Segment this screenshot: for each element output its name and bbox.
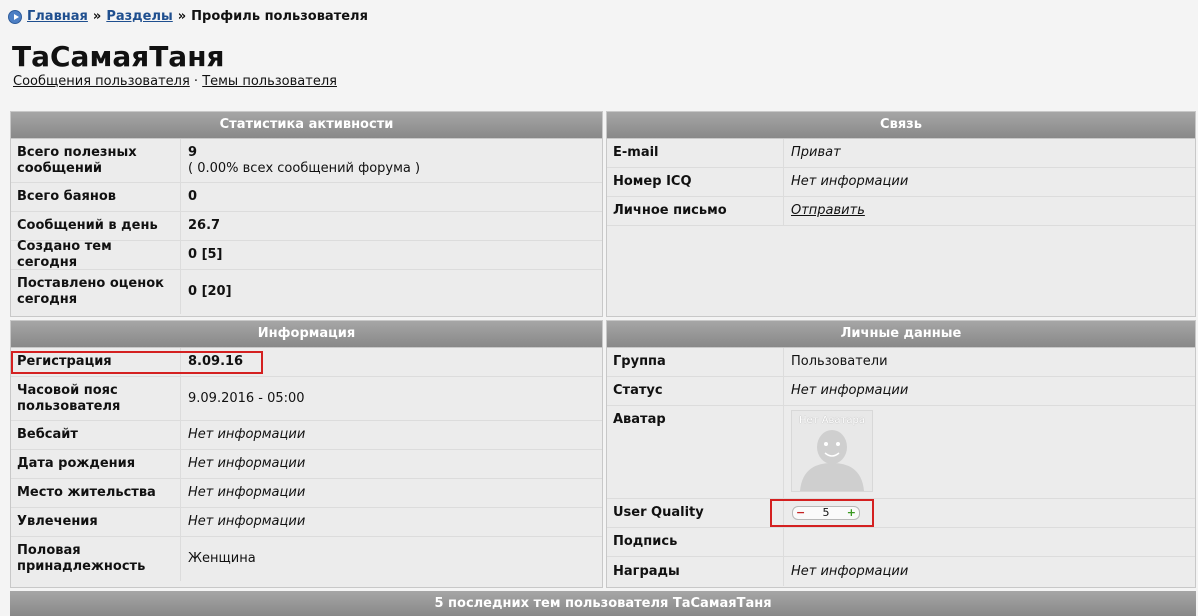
info-value: Нет информации	[188, 514, 306, 529]
stats-label: Всего полезных сообщений	[11, 139, 181, 182]
user-posts-link[interactable]: Сообщения пользователя	[13, 74, 190, 89]
personal-row: Группа Пользователи	[607, 348, 1195, 377]
info-row: Часовой пояс пользователя 9.09.2016 - 05…	[11, 377, 602, 421]
stats-row: Всего баянов 0	[11, 183, 602, 212]
info-row: Дата рождения Нет информации	[11, 450, 602, 479]
avatar: Нет Аватара	[791, 410, 873, 492]
information-header: Информация	[11, 321, 602, 348]
contact-row: Номер ICQ Нет информации	[607, 168, 1195, 197]
contact-label: Личное письмо	[607, 197, 784, 225]
stats-label: Поставлено оценок сегодня	[11, 270, 181, 314]
info-row: Половая принадлежность Женщина	[11, 537, 602, 581]
useful-posts-share: ( 0.00% всех сообщений форума )	[188, 160, 421, 176]
contact-header: Связь	[607, 112, 1195, 139]
stats-value: 0 [20]	[188, 284, 232, 299]
stats-row: Сообщений в день 26.7	[11, 212, 602, 241]
info-label: Место жительства	[11, 479, 181, 507]
profile-username: ТаСамаяТаня	[12, 40, 225, 73]
personal-label: Группа	[607, 348, 784, 376]
personal-data-header: Личные данные	[607, 321, 1195, 348]
stats-value: 9 ( 0.00% всех сообщений форума )	[181, 139, 427, 182]
stats-row: Создано тем сегодня 0 [5]	[11, 239, 602, 270]
stats-value: 0	[188, 189, 198, 204]
info-label: Увлечения	[11, 508, 181, 536]
stats-label: Сообщений в день	[11, 212, 181, 240]
recent-topics-header: 5 последних тем пользователя ТаСамаяТаня	[10, 591, 1196, 616]
activity-stats-panel: Статистика активности Всего полезных соо…	[10, 111, 603, 317]
personal-value: Нет информации	[791, 383, 909, 398]
registration-highlight-box	[11, 351, 263, 374]
breadcrumb-sections-link[interactable]: Разделы	[106, 9, 172, 24]
links-separator: ·	[193, 74, 199, 89]
personal-row: Подпись	[607, 528, 1195, 557]
personal-label: User Quality	[607, 499, 784, 527]
breadcrumb-current: Профиль пользователя	[191, 9, 368, 24]
personal-value: Пользователи	[791, 354, 888, 369]
personal-label: Награды	[607, 557, 784, 586]
contact-value: Приват	[791, 145, 841, 160]
info-label: Часовой пояс пользователя	[11, 377, 181, 420]
breadcrumb-home-link[interactable]: Главная	[27, 9, 88, 24]
stats-value: 0 [5]	[188, 247, 223, 262]
info-value: Нет информации	[188, 456, 306, 471]
info-label: Половая принадлежность	[11, 537, 181, 581]
profile-links: Сообщения пользователя · Темы пользовате…	[13, 74, 337, 89]
contact-value: Нет информации	[791, 174, 909, 189]
useful-posts-count: 9	[188, 144, 198, 160]
stats-row: Поставлено оценок сегодня 0 [20]	[11, 270, 602, 314]
user-topics-link[interactable]: Темы пользователя	[202, 74, 337, 89]
breadcrumb: Главная » Разделы » Профиль пользователя	[8, 9, 368, 24]
avatar-cell: Нет Аватара	[784, 406, 880, 498]
info-label: Вебсайт	[11, 421, 181, 449]
send-message-link[interactable]: Отправить	[791, 203, 865, 219]
info-row: Вебсайт Нет информации	[11, 421, 602, 450]
stats-row: Всего полезных сообщений 9 ( 0.00% всех …	[11, 139, 602, 183]
info-value: Нет информации	[188, 485, 306, 500]
breadcrumb-separator: »	[177, 9, 187, 24]
contact-row: E-mail Приват	[607, 139, 1195, 168]
personal-row: Аватар Нет Аватара	[607, 406, 1195, 499]
personal-row: Награды Нет информации	[607, 557, 1195, 586]
contact-value: Отправить	[784, 197, 872, 225]
signature-value	[784, 528, 798, 556]
personal-value: Нет информации	[791, 563, 909, 579]
contact-label: E-mail	[607, 139, 784, 167]
personal-label: Статус	[607, 377, 784, 405]
no-avatar-caption: Нет Аватара	[799, 415, 865, 426]
personal-row: Статус Нет информации	[607, 377, 1195, 406]
personal-row: User Quality − 5 +	[607, 499, 1195, 528]
activity-stats-header: Статистика активности	[11, 112, 602, 139]
info-row: Увлечения Нет информации	[11, 508, 602, 537]
stats-value: 26.7	[188, 218, 221, 233]
info-value: Нет информации	[188, 427, 306, 442]
personal-label: Аватар	[607, 406, 784, 498]
info-row: Место жительства Нет информации	[11, 479, 602, 508]
info-label: Дата рождения	[11, 450, 181, 478]
personal-label: Подпись	[607, 528, 784, 556]
personal-data-panel: Личные данные Группа Пользователи Статус…	[606, 320, 1196, 588]
info-value: 9.09.2016 - 05:00	[188, 390, 305, 406]
navigation-arrow-icon	[8, 9, 22, 24]
contact-label: Номер ICQ	[607, 168, 784, 196]
breadcrumb-separator: »	[92, 9, 102, 24]
user-quality-highlight-box	[770, 499, 874, 527]
info-value: Женщина	[188, 551, 256, 566]
stats-label: Всего баянов	[11, 183, 181, 211]
contact-panel: Связь E-mail Приват Номер ICQ Нет информ…	[606, 111, 1196, 317]
contact-row: Личное письмо Отправить	[607, 197, 1195, 226]
stats-label: Создано тем сегодня	[11, 239, 181, 270]
